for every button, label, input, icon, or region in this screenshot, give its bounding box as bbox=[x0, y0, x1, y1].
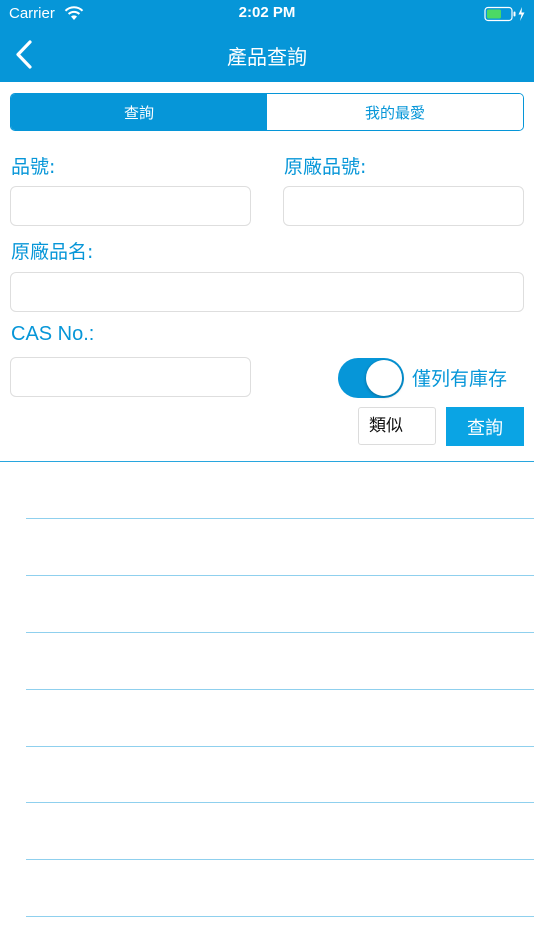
cas-no-label: CAS No.: bbox=[11, 323, 95, 345]
in-stock-toggle[interactable] bbox=[338, 358, 404, 398]
page-title: 產品查詢 bbox=[227, 45, 307, 69]
part-no-label: 品號: bbox=[11, 156, 56, 178]
navigation-bar: 產品查詢 bbox=[0, 28, 534, 82]
result-row-separator bbox=[26, 802, 534, 803]
mfr-part-no-label: 原廠品號: bbox=[284, 156, 367, 178]
result-row-separator bbox=[26, 632, 534, 633]
results-divider bbox=[0, 461, 534, 462]
app-header: Carrier 2:02 PM 產品查詢 bbox=[0, 0, 534, 82]
mfr-part-no-input[interactable] bbox=[283, 186, 524, 226]
search-button[interactable]: 查詢 bbox=[446, 407, 524, 446]
result-row-separator bbox=[26, 689, 534, 690]
in-stock-toggle-label: 僅列有庫存 bbox=[412, 368, 508, 390]
tab-search[interactable]: 查詢 bbox=[11, 94, 267, 130]
battery-charging-icon bbox=[484, 6, 525, 22]
result-row-separator bbox=[26, 916, 534, 917]
cas-no-input[interactable] bbox=[10, 357, 251, 397]
segmented-control: 查詢 我的最愛 bbox=[10, 93, 524, 131]
result-row-separator bbox=[26, 746, 534, 747]
toggle-knob bbox=[366, 360, 402, 396]
tab-favorites[interactable]: 我的最愛 bbox=[267, 94, 523, 130]
part-no-input[interactable] bbox=[10, 186, 251, 226]
result-row-separator bbox=[26, 518, 534, 519]
mfr-name-input[interactable] bbox=[10, 272, 524, 312]
match-mode-select[interactable]: 類似 bbox=[358, 407, 436, 445]
result-row-separator bbox=[26, 859, 534, 860]
mfr-name-label: 原廠品名: bbox=[11, 241, 94, 263]
chevron-left-icon bbox=[16, 40, 32, 69]
back-button[interactable] bbox=[10, 38, 44, 72]
result-row-separator bbox=[26, 575, 534, 576]
status-time: 2:02 PM bbox=[238, 4, 296, 21]
status-bar: Carrier 2:02 PM bbox=[0, 0, 534, 28]
